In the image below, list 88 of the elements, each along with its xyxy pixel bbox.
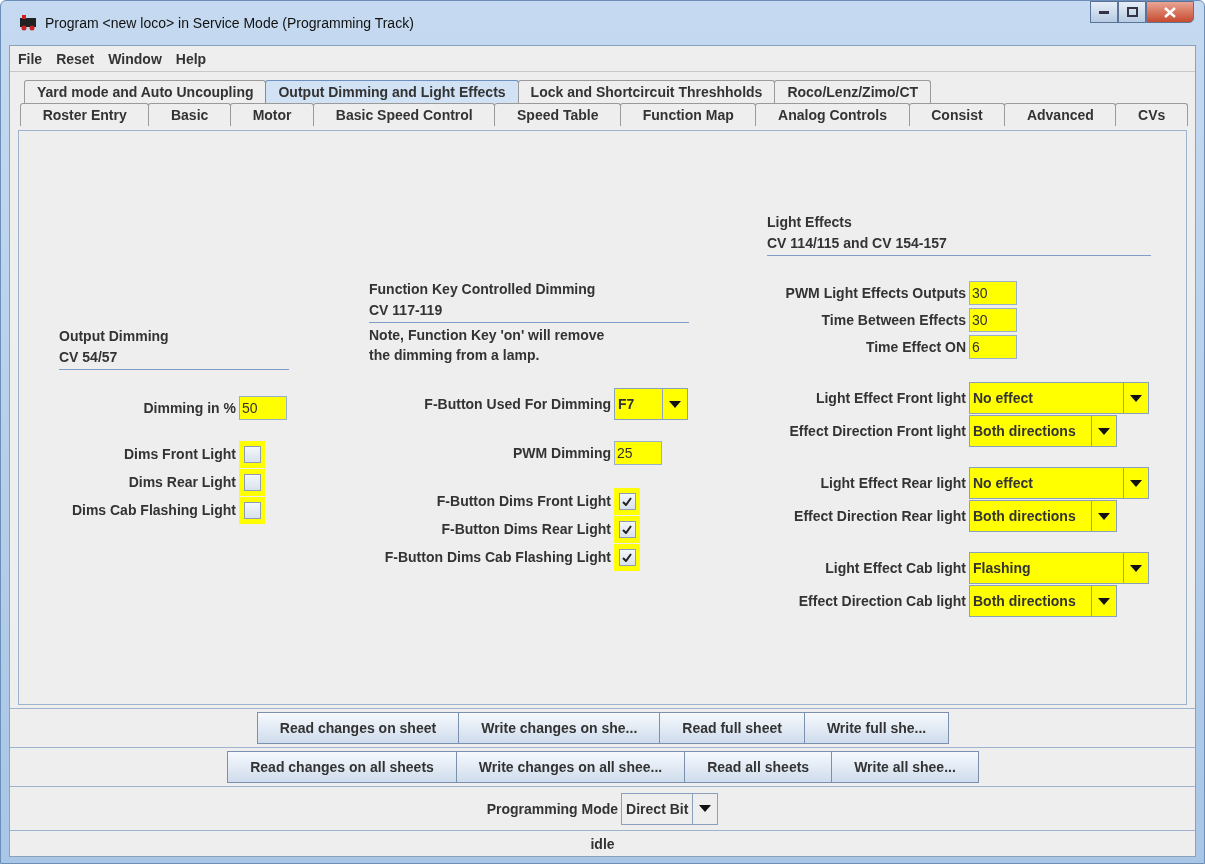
section-subtitle: CV 114/115 and CV 154-157 (767, 234, 948, 252)
dropdown[interactable]: Flashing (969, 552, 1149, 584)
checkbox[interactable] (243, 502, 261, 519)
tab[interactable]: Analog Controls (755, 103, 910, 126)
caret-icon (699, 805, 712, 812)
field-label: PWM Dimming (512, 444, 612, 463)
checkbox[interactable] (618, 521, 636, 538)
field-label: Dimming in % (142, 399, 237, 418)
caret-icon (1130, 479, 1142, 487)
close-icon (1164, 6, 1176, 18)
status-text: idle (10, 830, 1195, 856)
tab[interactable]: Lock and Shortcircuit Threshholds (517, 80, 776, 103)
tab[interactable]: Speed Table (494, 103, 622, 126)
dropdown[interactable]: No effect (969, 382, 1149, 414)
note-text: the dimming from a lamp. (369, 346, 541, 364)
maximize-button[interactable] (1118, 1, 1146, 23)
field-label: Effect Direction Rear light (793, 507, 967, 526)
field-label: Time Effect ON (864, 338, 967, 357)
caret-icon (1130, 564, 1142, 572)
dropdown[interactable]: No effect (969, 467, 1149, 499)
menu-item[interactable]: Help (175, 50, 207, 67)
field-label: Light Effect Front light (814, 389, 967, 408)
caret-icon (1098, 427, 1110, 435)
all-sheets-button[interactable]: Read changes on all sheets (227, 751, 457, 783)
section-subtitle: CV 54/57 (59, 348, 119, 366)
dropdown[interactable]: F7 (614, 388, 688, 420)
close-button[interactable] (1146, 1, 1194, 23)
note-text: Note, Function Key 'on' will remove (369, 326, 606, 344)
field-label: Time Between Effects (820, 311, 967, 330)
number-field[interactable]: 25 (614, 441, 662, 465)
menu-item[interactable]: Window (108, 50, 162, 67)
field-label: Dims Front Light (123, 445, 237, 464)
caret-icon (1098, 597, 1110, 605)
section-title: Light Effects (767, 213, 853, 231)
number-field[interactable]: 30 (969, 281, 1017, 305)
number-field[interactable]: 50 (239, 396, 287, 420)
field-label: Effect Direction Front light (788, 422, 967, 441)
section-title: Function Key Controlled Dimming (369, 280, 597, 298)
mode-dropdown[interactable]: Direct Bit (621, 792, 719, 825)
checkmark-icon (622, 497, 632, 506)
tab[interactable]: Function Map (620, 103, 757, 126)
checkmark-icon (622, 553, 632, 562)
checkbox[interactable] (618, 549, 636, 566)
mode-label: Programming Mode (486, 799, 620, 819)
field-label: F-Button Dims Front Light (435, 492, 612, 511)
tab[interactable]: Basic Speed Control (313, 103, 496, 126)
checkbox[interactable] (243, 446, 261, 463)
menu-item[interactable]: Reset (56, 50, 95, 67)
minimize-button[interactable] (1090, 1, 1118, 23)
dropdown[interactable]: Both directions (969, 500, 1117, 532)
checkbox[interactable] (243, 474, 261, 491)
minimize-icon (1099, 10, 1109, 14)
field-label: Light Effect Cab light (824, 559, 967, 578)
window-title: Program <new loco> in Service Mode (Programming Track) (45, 15, 414, 31)
field-label: F-Button Used For Dimming (423, 395, 612, 414)
maximize-icon (1126, 7, 1138, 17)
checkmark-icon (622, 525, 632, 534)
caret-icon (1098, 512, 1110, 520)
number-field[interactable]: 6 (969, 335, 1017, 359)
sheet-button[interactable]: Write changes on she... (458, 712, 661, 744)
checkbox[interactable] (618, 493, 636, 510)
caret-icon (1130, 394, 1142, 402)
caret-icon (669, 400, 681, 408)
field-label: Dims Cab Flashing Light (70, 501, 237, 520)
tab[interactable]: Yard mode and Auto Uncoupling (24, 80, 267, 103)
sheet-button[interactable]: Write full she... (803, 712, 950, 744)
section-title: Output Dimming (59, 327, 170, 345)
number-field[interactable]: 30 (969, 308, 1017, 332)
tab[interactable]: CVs (1115, 103, 1188, 126)
dropdown[interactable]: Both directions (969, 585, 1117, 617)
sheet-button[interactable]: Read full sheet (659, 712, 805, 744)
field-label: Effect Direction Cab light (797, 592, 967, 611)
menu-item[interactable]: File (18, 50, 43, 67)
field-label: PWM Light Effects Outputs (784, 284, 967, 303)
dropdown[interactable]: Both directions (969, 415, 1117, 447)
locomotive-icon (19, 15, 37, 31)
field-label: Dims Rear Light (127, 473, 237, 492)
all-sheets-button[interactable]: Write changes on all shee... (455, 751, 686, 783)
all-sheets-button[interactable]: Write all shee... (831, 751, 979, 783)
tab[interactable]: Roster Entry (20, 103, 150, 126)
tab[interactable]: Output Dimming and Light Effects (265, 80, 519, 103)
tab[interactable]: Roco/Lenz/Zimo/CT (774, 80, 932, 103)
field-label: F-Button Dims Rear Light (440, 520, 612, 539)
section-subtitle: CV 117-119 (369, 301, 444, 319)
all-sheets-button[interactable]: Read all sheets (684, 751, 833, 783)
field-label: Light Effect Rear light (819, 474, 967, 493)
sheet-button[interactable]: Read changes on sheet (256, 712, 460, 744)
field-label: F-Button Dims Cab Flashing Light (383, 548, 612, 567)
